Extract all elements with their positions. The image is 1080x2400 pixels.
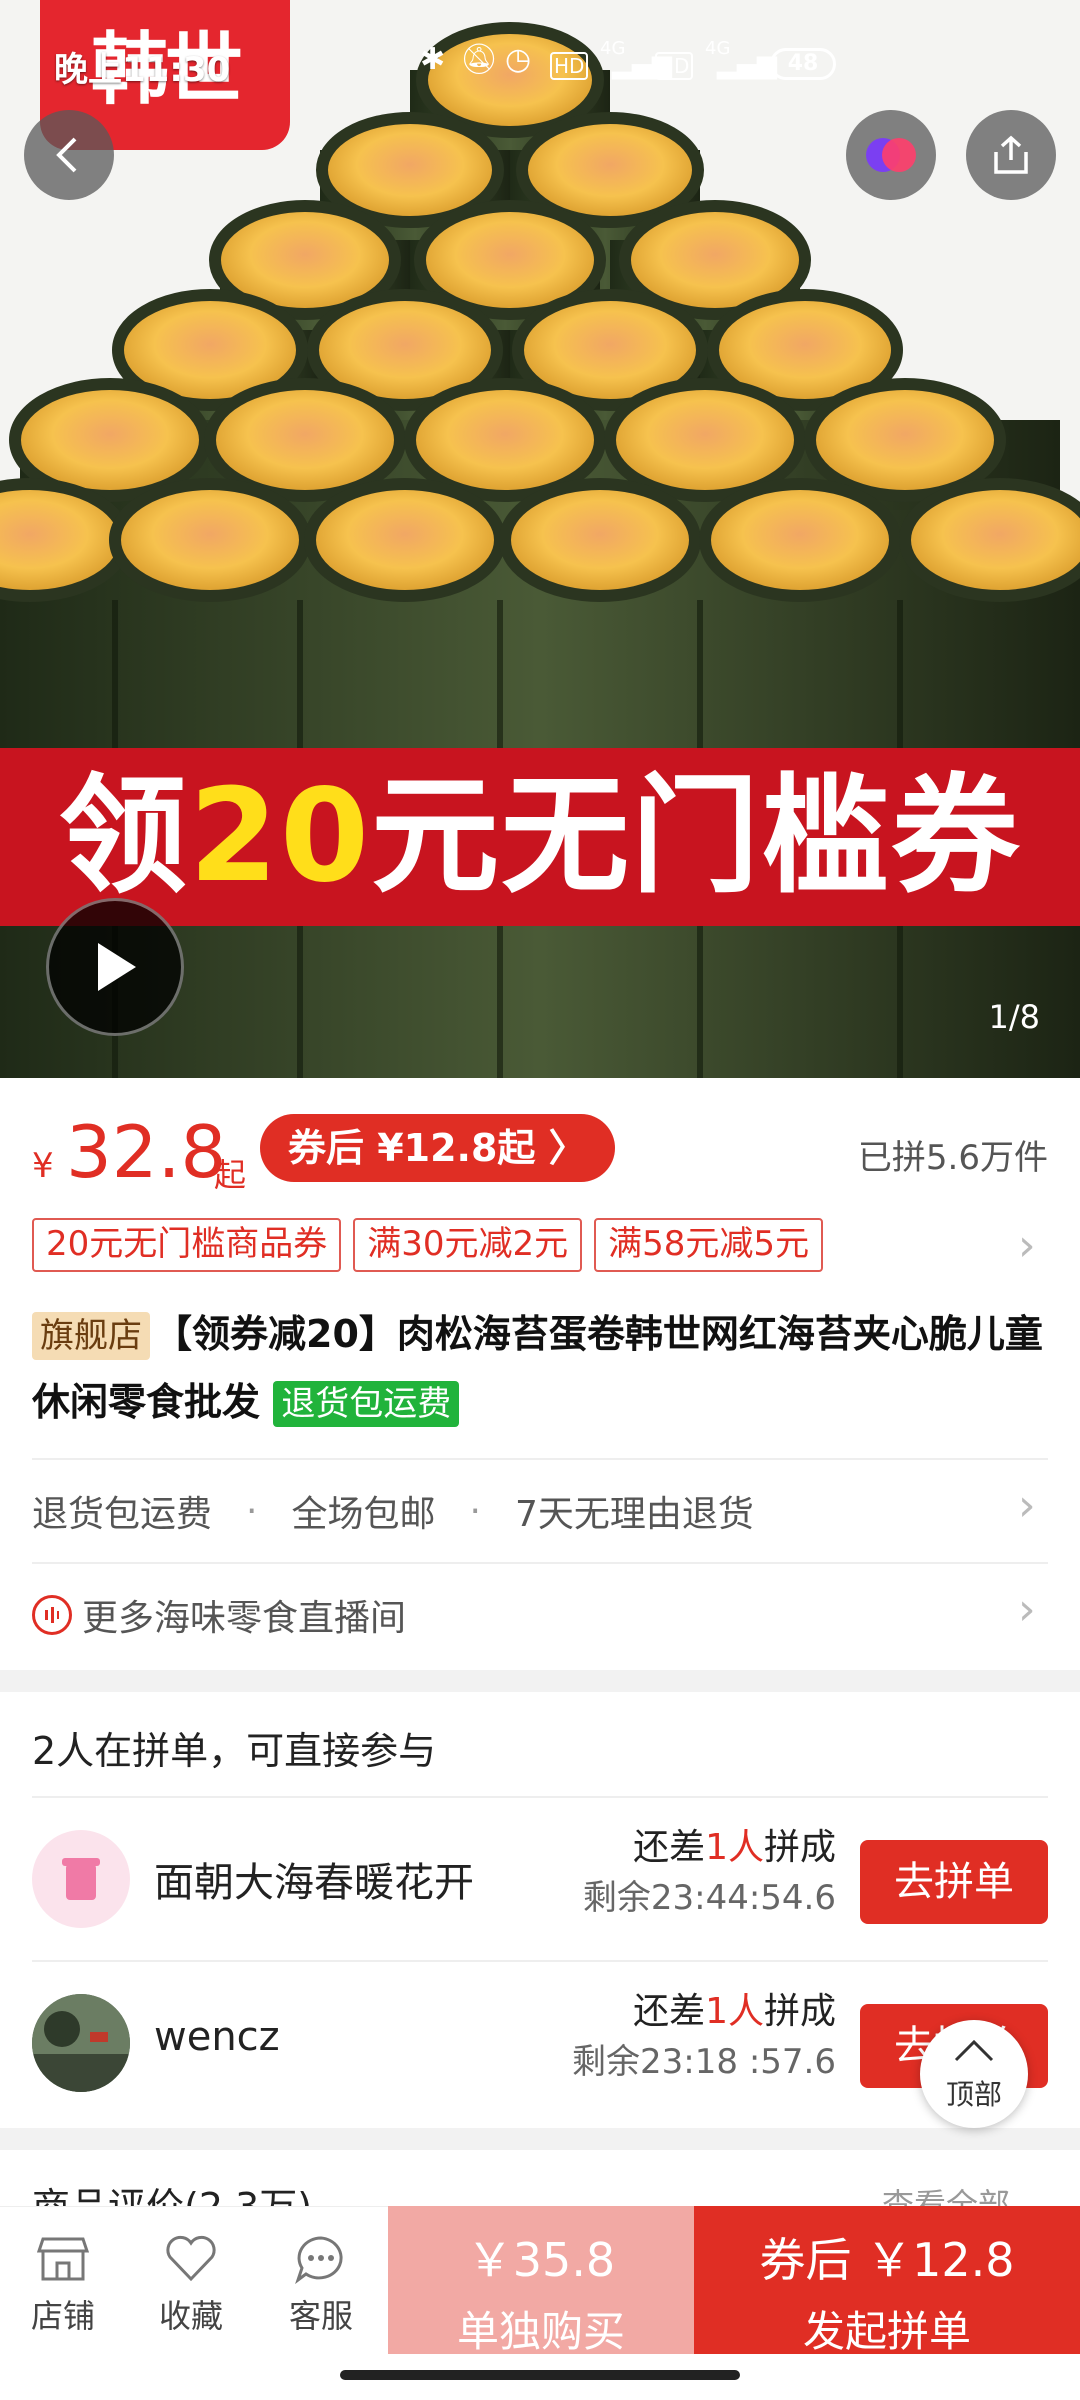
live-button[interactable] [846, 110, 936, 200]
service-guarantees-row[interactable]: 退货包运费 · 全场包邮 · 7天无理由退货 [32, 1476, 1048, 1546]
banner-suffix: 元无门槛券 [371, 762, 1022, 911]
mute-icon: 🔕︎ [460, 42, 499, 77]
live-room-link[interactable]: 更多海味零食直播间 [32, 1580, 1048, 1650]
separator-dot: · [469, 1490, 481, 1532]
status-time: 晚上11:30 [54, 50, 231, 90]
divider [32, 1562, 1048, 1564]
coupon-banner: 领20元无门槛券 [0, 748, 1080, 926]
group-row: wencz 还差1人拼成 剩余23:18 :57.6 去拼单 [0, 1964, 1080, 2124]
group-buy-price: 券后 ￥12.8 [759, 2233, 1015, 2287]
product-title-text: 【领券减20】肉松海苔蛋卷韩世网红海苔夹心脆儿童休闲零食批发 [32, 1312, 1043, 1424]
chevron-right-icon: › [1018, 1220, 1036, 1271]
product-title: 旗舰店 【领券减20】肉松海苔蛋卷韩世网红海苔夹心脆儿童休闲零食批发 退货包运费 [32, 1300, 1048, 1436]
chevron-up-icon [954, 2039, 994, 2062]
store-icon [8, 2227, 118, 2291]
signal-icon: ▂▄▆ [717, 50, 777, 80]
live-icon [866, 138, 916, 172]
chevron-right-icon: › [1018, 1584, 1036, 1635]
share-icon [994, 135, 1028, 174]
chat-icon [266, 2227, 376, 2291]
store-label: 店铺 [30, 2297, 95, 2335]
sold-count: 已拼5.6万件 [857, 1138, 1048, 1178]
back-button[interactable] [24, 110, 114, 200]
favorite-label: 收藏 [158, 2297, 223, 2335]
bluetooth-icon: ✱ [420, 42, 446, 77]
divider [32, 1960, 1048, 1962]
group-buy-label: 发起拼单 [802, 2307, 971, 2356]
price-currency: ¥ [32, 1146, 54, 1186]
start-group-buy-button[interactable]: 券后 ￥12.8 发起拼单 [694, 2206, 1080, 2356]
group-leader-name: 面朝大海春暖花开 [154, 1860, 474, 1906]
group-need-text: 还差1人拼成 [633, 1827, 836, 1868]
service-item: 7天无理由退货 [514, 1494, 754, 1535]
back-to-top-button[interactable]: 顶部 [920, 2020, 1028, 2128]
hd-icon: HD [550, 52, 589, 80]
back-arrow-icon [56, 137, 77, 173]
play-video-button[interactable] [46, 898, 184, 1036]
live-room-label: 更多海味零食直播间 [82, 1598, 407, 1639]
group-row: 面朝大海春暖花开 还差1人拼成 剩余23:44:54.6 去拼单 [0, 1800, 1080, 1960]
heart-icon [136, 2227, 246, 2291]
play-icon [98, 943, 136, 991]
image-page-indicator: 1/8 [988, 998, 1041, 1036]
avatar [32, 1830, 130, 1928]
buy-alone-button[interactable]: ￥35.8 单独购买 [388, 2206, 694, 2356]
hd-icon: HD [655, 52, 694, 80]
group-leader-name: wencz [154, 2014, 280, 2060]
price-value: 32.8 [66, 1110, 227, 1194]
buy-alone-price: ￥35.8 [466, 2233, 616, 2287]
favorite-button[interactable]: 收藏 [136, 2227, 246, 2337]
coupon-tag[interactable]: 20元无门槛商品券 [32, 1218, 342, 1272]
buy-alone-label: 单独购买 [456, 2307, 625, 2356]
divider [32, 1796, 1048, 1798]
group-remaining-time: 剩余23:44:54.6 [582, 1878, 836, 1918]
coupon-tags[interactable]: 20元无门槛商品券 满30元减2元 满58元减5元 [32, 1218, 824, 1272]
status-bar: 晚上11:30 ✱ 🔕︎ ◷ HD 4G ▂▄▆ HD 4G ▂▄▆ 48 [0, 0, 1080, 100]
home-indicator[interactable] [340, 2370, 740, 2380]
divider [32, 1458, 1048, 1460]
return-shipping-badge: 退货包运费 [273, 1381, 460, 1427]
banner-amount: 20 [188, 762, 372, 911]
flagship-badge: 旗舰店 [32, 1312, 150, 1360]
coupon-price-button[interactable]: 券后 ¥12.8起 〉 [260, 1114, 615, 1182]
customer-service-button[interactable]: 客服 [266, 2227, 376, 2337]
alarm-icon: ◷ [505, 42, 532, 77]
customer-service-label: 客服 [288, 2297, 353, 2335]
group-need-text: 还差1人拼成 [633, 1991, 836, 2032]
chevron-right-icon: › [1018, 1480, 1036, 1531]
join-group-button[interactable]: 去拼单 [860, 1840, 1048, 1924]
section-gap [0, 2128, 1080, 2150]
banner-prefix: 领 [58, 762, 189, 911]
back-to-top-label: 顶部 [945, 2078, 1002, 2111]
coupon-tag[interactable]: 满58元减5元 [594, 1218, 824, 1272]
battery-icon: 48 [770, 48, 836, 80]
live-stream-icon [32, 1595, 72, 1635]
service-item: 全场包邮 [291, 1494, 436, 1535]
group-buy-header: 2人在拼单，可直接参与 [32, 1729, 437, 1773]
product-image-carousel[interactable]: 韩世 晚上11:30 ✱ 🔕︎ ◷ HD 4G ▂▄▆ HD 4G ▂▄▆ 48… [0, 0, 1080, 1078]
service-item: 退货包运费 [32, 1494, 213, 1535]
price-suffix: 起 [214, 1156, 247, 1194]
group-remaining-time: 剩余23:18 :57.6 [572, 2042, 836, 2082]
section-gap [0, 1670, 1080, 1692]
separator-dot: · [246, 1490, 258, 1532]
share-button[interactable] [966, 110, 1056, 200]
coupon-tag[interactable]: 满30元减2元 [353, 1218, 583, 1272]
store-button[interactable]: 店铺 [8, 2227, 118, 2337]
avatar [32, 1994, 130, 2092]
